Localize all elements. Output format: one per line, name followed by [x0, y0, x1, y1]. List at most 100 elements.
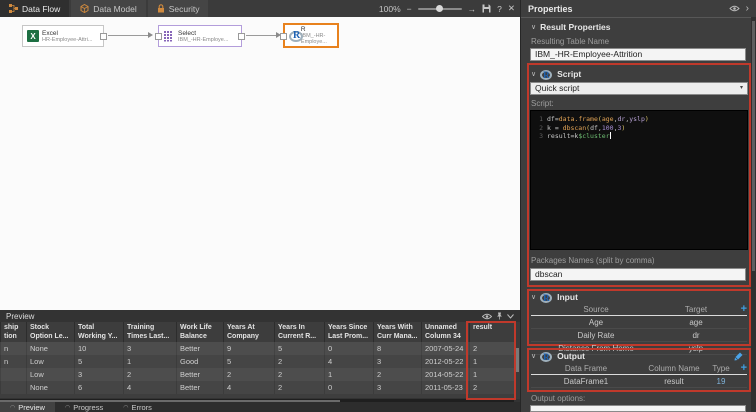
line-number: 3 — [531, 132, 543, 141]
footer-tab-progress[interactable]: ◠ Progress — [55, 402, 113, 412]
properties-scrollbar-thumb[interactable] — [752, 21, 755, 271]
add-output-button[interactable]: + — [741, 363, 747, 373]
node-r-selected[interactable]: R R IBM_-HR-Employe... — [283, 23, 339, 48]
node-title: Select — [178, 30, 228, 37]
dataflow-canvas[interactable]: X Excel HR-Employee-Attri... Select IBM_… — [0, 17, 520, 310]
zoom-controls: 100% − → ? ✕ — [379, 0, 515, 17]
table-cell: None — [26, 342, 74, 355]
collapse-panel-icon[interactable]: › — [746, 3, 749, 14]
section-script[interactable]: ∨ R Script — [531, 69, 581, 79]
section-output[interactable]: ∨ R Output — [531, 351, 743, 361]
node-subtitle: IBM_-HR-Employe... — [301, 33, 333, 45]
table-cell: 5 — [274, 342, 324, 355]
table-cell: 1 — [324, 368, 373, 381]
output-port[interactable] — [100, 33, 107, 40]
tab-data-flow[interactable]: Data Flow — [0, 0, 69, 17]
table-cell: 8 — [373, 342, 421, 355]
output-options-input[interactable] — [530, 405, 746, 412]
output-options-label: Output options: — [531, 394, 585, 403]
packages-input[interactable]: dbscan — [530, 268, 746, 281]
node-title: R — [301, 26, 333, 33]
preview-panel: Preview shiptionStockOption Le...TotalWo… — [0, 310, 520, 402]
source-value: Daily Rate — [531, 331, 661, 340]
preview-table[interactable]: shiptionStockOption Le...TotalWorking Y.… — [0, 322, 514, 398]
column-name-value: result — [641, 377, 707, 386]
column-header[interactable]: TotalWorking Y... — [74, 322, 123, 342]
table-cell: Better — [176, 342, 223, 355]
pin-icon[interactable] — [496, 312, 503, 320]
table-cell: 2 — [274, 381, 324, 394]
help-button[interactable]: ? — [497, 4, 502, 14]
edit-brush-icon[interactable] — [734, 352, 743, 361]
zoom-out-button[interactable]: − — [407, 4, 412, 14]
table-cell: 9 — [223, 342, 274, 355]
data-frame-value: DataFrame1 — [531, 377, 641, 386]
table-cell: 2 — [274, 368, 324, 381]
zoom-slider-thumb[interactable] — [436, 5, 443, 12]
save-icon[interactable] — [482, 4, 491, 13]
table-row[interactable]: None64Better42032011-05-232 — [0, 381, 514, 394]
output-mapping-row[interactable]: DataFrame1result19 — [531, 375, 747, 388]
fit-view-button[interactable]: → — [468, 4, 477, 14]
properties-scrollbar[interactable] — [751, 17, 756, 412]
column-header[interactable]: Years WithCurr Mana... — [373, 322, 421, 342]
table-cell: Better — [176, 368, 223, 381]
annotation-rect-result-column — [466, 321, 516, 400]
chevron-down-icon: ▾ — [740, 83, 743, 94]
input-port[interactable] — [280, 33, 287, 40]
column-header[interactable]: shiption — [0, 322, 26, 342]
output-port[interactable] — [238, 33, 245, 40]
table-cell: 4 — [123, 381, 176, 394]
footer-tab-preview[interactable]: ◠ Preview — [0, 402, 55, 412]
resulting-table-name-input[interactable]: IBM_-HR-Employee-Attrition — [530, 48, 746, 61]
tab-data-model[interactable]: Data Model — [71, 0, 145, 17]
input-mapping-row[interactable]: Daily Ratedr — [531, 329, 747, 342]
column-header[interactable]: Years AtCompany — [223, 322, 274, 342]
node-select[interactable]: Select IBM_-HR-Employe... — [158, 25, 242, 47]
section-input[interactable]: ∨ R Input — [531, 292, 578, 302]
app-window: Data Flow Data Model Security 100% − → ?… — [0, 0, 756, 412]
node-excel[interactable]: X Excel HR-Employee-Attri... — [22, 25, 104, 47]
table-cell: 5 — [74, 355, 123, 368]
script-mode-select[interactable]: Quick script ▾ — [530, 82, 748, 95]
table-cell: 2 — [123, 368, 176, 381]
column-header[interactable]: Work LifeBalance — [176, 322, 223, 342]
table-cell: 2014-05-22 — [421, 368, 469, 381]
zoom-slider[interactable] — [418, 8, 462, 10]
code-line: 1df=data.frame(age,dr,yslp) — [531, 115, 747, 124]
table-row[interactable]: Low32Better22122014-05-221 — [0, 368, 514, 381]
table-cell: Good — [176, 355, 223, 368]
properties-title: Properties — [528, 4, 729, 14]
source-column-header: Source — [531, 305, 661, 314]
table-cell: 10 — [74, 342, 123, 355]
table-row[interactable]: nNone103Better95082007-05-242 — [0, 342, 514, 355]
footer-tab-bar: ◠ Preview ◠ Progress ◠ Errors — [0, 402, 520, 412]
node-subtitle: HR-Employee-Attri... — [42, 37, 92, 43]
input-mapping-row[interactable]: Ageage — [531, 316, 747, 329]
table-cell: Better — [176, 381, 223, 394]
table-cell: Low — [26, 368, 74, 381]
eye-icon[interactable] — [729, 5, 740, 12]
add-input-button[interactable]: + — [741, 304, 747, 314]
type-value: 19 — [707, 377, 735, 386]
table-cell: 3 — [373, 381, 421, 394]
resulting-table-name-label: Resulting Table Name — [531, 37, 609, 46]
target-value: age — [661, 318, 731, 327]
chevron-down-icon[interactable] — [507, 314, 514, 319]
column-header[interactable]: TrainingTimes Last... — [123, 322, 176, 342]
r-logo-icon: R — [540, 351, 553, 361]
table-row[interactable]: nLow51Good52432012-05-221 — [0, 355, 514, 368]
input-port[interactable] — [155, 33, 162, 40]
section-result-properties[interactable]: ∨ Result Properties — [531, 22, 611, 32]
tab-security[interactable]: Security — [148, 0, 209, 17]
column-header[interactable]: Years InCurrent R... — [274, 322, 324, 342]
column-header[interactable]: StockOption Le... — [26, 322, 74, 342]
column-header[interactable]: UnnamedColumn 34 — [421, 322, 469, 342]
eye-icon[interactable] — [482, 313, 492, 320]
preview-table-header: shiptionStockOption Le...TotalWorking Y.… — [0, 322, 514, 342]
table-cell: n — [0, 342, 26, 355]
script-code-editor[interactable]: 1df=data.frame(age,dr,yslp)2k = dbscan(d… — [530, 110, 748, 250]
footer-tab-errors[interactable]: ◠ Errors — [113, 402, 162, 412]
column-header[interactable]: Years SinceLast Prom... — [324, 322, 373, 342]
close-button[interactable]: ✕ — [508, 3, 515, 14]
